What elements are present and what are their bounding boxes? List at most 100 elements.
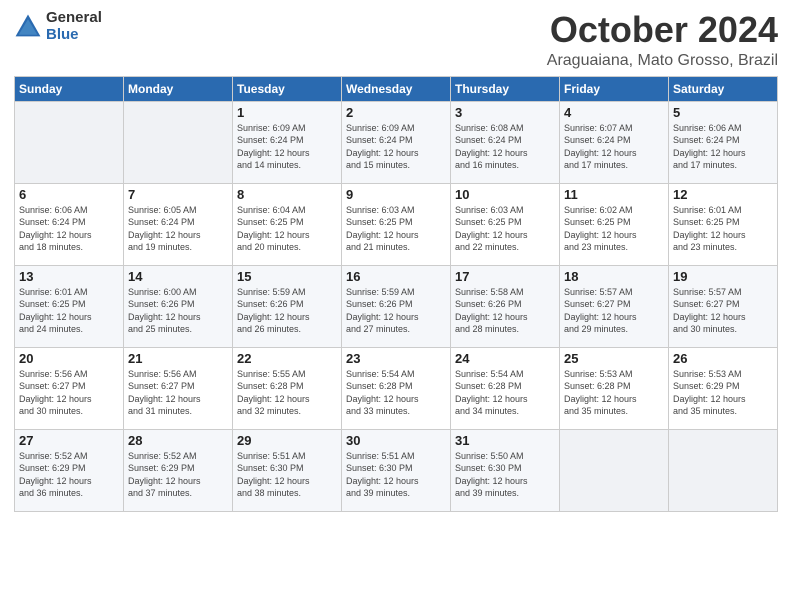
day-info: Sunrise: 5:50 AM Sunset: 6:30 PM Dayligh…: [455, 450, 555, 500]
day-info: Sunrise: 5:54 AM Sunset: 6:28 PM Dayligh…: [455, 368, 555, 418]
calendar-cell-3-5: 25Sunrise: 5:53 AM Sunset: 6:28 PM Dayli…: [560, 347, 669, 429]
calendar-cell-1-0: 6 Sunrise: 6:06 AM Sunset: 6:24 PM Daylig…: [15, 183, 124, 265]
weekday-header-row: Sunday Monday Tuesday Wednesday Thursday…: [15, 76, 778, 101]
day-info: Sunrise: 6:06 AM Sunset: 6:24 PM Dayligh…: [673, 122, 773, 172]
calendar-cell-0-1: [124, 101, 233, 183]
title-month: October 2024: [547, 10, 778, 50]
day-info: Sunrise: 6:08 AM Sunset: 6:24 PM Dayligh…: [455, 122, 555, 172]
logo-icon: [14, 13, 42, 41]
day-number: 12: [673, 187, 773, 202]
day-info: Sunrise: 5:52 AM Sunset: 6:29 PM Dayligh…: [128, 450, 228, 500]
day-number: 31: [455, 433, 555, 448]
day-number: 29: [237, 433, 337, 448]
day-number: 13: [19, 269, 119, 284]
day-number: 19: [673, 269, 773, 284]
calendar-cell-0-4: 3Sunrise: 6:08 AM Sunset: 6:24 PM Daylig…: [451, 101, 560, 183]
day-number: 26: [673, 351, 773, 366]
logo-blue-label: Blue: [46, 27, 102, 44]
calendar-cell-1-1: 7Sunrise: 6:05 AM Sunset: 6:24 PM Daylig…: [124, 183, 233, 265]
calendar-cell-4-3: 30 Sunrise: 5:51 AM Sunset: 6:30 PM Dayli…: [342, 429, 451, 511]
day-number: 11: [564, 187, 664, 202]
page: General Blue October 2024 Araguaiana, Ma…: [0, 0, 792, 612]
day-info: Sunrise: 6:02 AM Sunset: 6:25 PM Dayligh…: [564, 204, 664, 254]
calendar-cell-4-4: 31 Sunrise: 5:50 AM Sunset: 6:30 PM Dayli…: [451, 429, 560, 511]
header-wednesday: Wednesday: [342, 76, 451, 101]
day-number: 24: [455, 351, 555, 366]
calendar-cell-3-6: 26 Sunrise: 5:53 AM Sunset: 6:29 PM Dayli…: [669, 347, 778, 429]
calendar-cell-2-2: 15 Sunrise: 5:59 AM Sunset: 6:26 PM Dayli…: [233, 265, 342, 347]
day-info: Sunrise: 5:57 AM Sunset: 6:27 PM Dayligh…: [673, 286, 773, 336]
calendar-cell-2-0: 13 Sunrise: 6:01 AM Sunset: 6:25 PM Dayli…: [15, 265, 124, 347]
calendar-cell-4-5: [560, 429, 669, 511]
week-row-5: 27 Sunrise: 5:52 AM Sunset: 6:29 PM Dayli…: [15, 429, 778, 511]
calendar-cell-0-6: 5 Sunrise: 6:06 AM Sunset: 6:24 PM Daylig…: [669, 101, 778, 183]
week-row-3: 13 Sunrise: 6:01 AM Sunset: 6:25 PM Dayli…: [15, 265, 778, 347]
day-info: Sunrise: 5:54 AM Sunset: 6:28 PM Dayligh…: [346, 368, 446, 418]
header-monday: Monday: [124, 76, 233, 101]
day-info: Sunrise: 6:00 AM Sunset: 6:26 PM Dayligh…: [128, 286, 228, 336]
calendar-cell-2-1: 14 Sunrise: 6:00 AM Sunset: 6:26 PM Dayli…: [124, 265, 233, 347]
calendar-cell-2-6: 19 Sunrise: 5:57 AM Sunset: 6:27 PM Dayli…: [669, 265, 778, 347]
day-number: 20: [19, 351, 119, 366]
calendar-cell-1-4: 10Sunrise: 6:03 AM Sunset: 6:25 PM Dayli…: [451, 183, 560, 265]
calendar-cell-1-6: 12 Sunrise: 6:01 AM Sunset: 6:25 PM Dayli…: [669, 183, 778, 265]
day-info: Sunrise: 6:01 AM Sunset: 6:25 PM Dayligh…: [673, 204, 773, 254]
calendar-cell-1-3: 9Sunrise: 6:03 AM Sunset: 6:25 PM Daylig…: [342, 183, 451, 265]
day-info: Sunrise: 5:55 AM Sunset: 6:28 PM Dayligh…: [237, 368, 337, 418]
day-number: 30: [346, 433, 446, 448]
calendar-cell-2-3: 16Sunrise: 5:59 AM Sunset: 6:26 PM Dayli…: [342, 265, 451, 347]
day-info: Sunrise: 5:56 AM Sunset: 6:27 PM Dayligh…: [128, 368, 228, 418]
day-info: Sunrise: 6:01 AM Sunset: 6:25 PM Dayligh…: [19, 286, 119, 336]
header-sunday: Sunday: [15, 76, 124, 101]
week-row-4: 20 Sunrise: 5:56 AM Sunset: 6:27 PM Dayli…: [15, 347, 778, 429]
day-number: 23: [346, 351, 446, 366]
day-info: Sunrise: 5:51 AM Sunset: 6:30 PM Dayligh…: [237, 450, 337, 500]
day-info: Sunrise: 6:03 AM Sunset: 6:25 PM Dayligh…: [455, 204, 555, 254]
day-info: Sunrise: 5:57 AM Sunset: 6:27 PM Dayligh…: [564, 286, 664, 336]
calendar-cell-0-0: [15, 101, 124, 183]
day-number: 18: [564, 269, 664, 284]
day-info: Sunrise: 5:59 AM Sunset: 6:26 PM Dayligh…: [346, 286, 446, 336]
day-info: Sunrise: 6:03 AM Sunset: 6:25 PM Dayligh…: [346, 204, 446, 254]
day-number: 4: [564, 105, 664, 120]
calendar-cell-3-3: 23 Sunrise: 5:54 AM Sunset: 6:28 PM Dayli…: [342, 347, 451, 429]
day-number: 8: [237, 187, 337, 202]
day-info: Sunrise: 6:09 AM Sunset: 6:24 PM Dayligh…: [237, 122, 337, 172]
header-friday: Friday: [560, 76, 669, 101]
day-number: 25: [564, 351, 664, 366]
logo-general-label: General: [46, 10, 102, 27]
calendar-cell-0-5: 4Sunrise: 6:07 AM Sunset: 6:24 PM Daylig…: [560, 101, 669, 183]
day-number: 1: [237, 105, 337, 120]
day-info: Sunrise: 5:51 AM Sunset: 6:30 PM Dayligh…: [346, 450, 446, 500]
day-info: Sunrise: 5:56 AM Sunset: 6:27 PM Dayligh…: [19, 368, 119, 418]
day-number: 6: [19, 187, 119, 202]
logo-text: General Blue: [46, 10, 102, 43]
header: General Blue October 2024 Araguaiana, Ma…: [14, 10, 778, 70]
header-thursday: Thursday: [451, 76, 560, 101]
calendar-cell-3-1: 21Sunrise: 5:56 AM Sunset: 6:27 PM Dayli…: [124, 347, 233, 429]
calendar-cell-4-2: 29 Sunrise: 5:51 AM Sunset: 6:30 PM Dayli…: [233, 429, 342, 511]
day-number: 5: [673, 105, 773, 120]
day-info: Sunrise: 6:04 AM Sunset: 6:25 PM Dayligh…: [237, 204, 337, 254]
title-block: October 2024 Araguaiana, Mato Grosso, Br…: [547, 10, 778, 70]
day-number: 22: [237, 351, 337, 366]
day-info: Sunrise: 6:09 AM Sunset: 6:24 PM Dayligh…: [346, 122, 446, 172]
day-info: Sunrise: 6:06 AM Sunset: 6:24 PM Dayligh…: [19, 204, 119, 254]
calendar: Sunday Monday Tuesday Wednesday Thursday…: [14, 76, 778, 512]
day-number: 27: [19, 433, 119, 448]
day-number: 17: [455, 269, 555, 284]
day-info: Sunrise: 5:52 AM Sunset: 6:29 PM Dayligh…: [19, 450, 119, 500]
calendar-cell-2-4: 17 Sunrise: 5:58 AM Sunset: 6:26 PM Dayli…: [451, 265, 560, 347]
day-info: Sunrise: 5:58 AM Sunset: 6:26 PM Dayligh…: [455, 286, 555, 336]
header-saturday: Saturday: [669, 76, 778, 101]
day-number: 14: [128, 269, 228, 284]
calendar-cell-1-5: 11 Sunrise: 6:02 AM Sunset: 6:25 PM Dayli…: [560, 183, 669, 265]
day-number: 28: [128, 433, 228, 448]
week-row-2: 6 Sunrise: 6:06 AM Sunset: 6:24 PM Daylig…: [15, 183, 778, 265]
day-info: Sunrise: 5:59 AM Sunset: 6:26 PM Dayligh…: [237, 286, 337, 336]
calendar-cell-2-5: 18 Sunrise: 5:57 AM Sunset: 6:27 PM Dayli…: [560, 265, 669, 347]
day-info: Sunrise: 5:53 AM Sunset: 6:29 PM Dayligh…: [673, 368, 773, 418]
day-number: 15: [237, 269, 337, 284]
day-number: 2: [346, 105, 446, 120]
day-number: 7: [128, 187, 228, 202]
